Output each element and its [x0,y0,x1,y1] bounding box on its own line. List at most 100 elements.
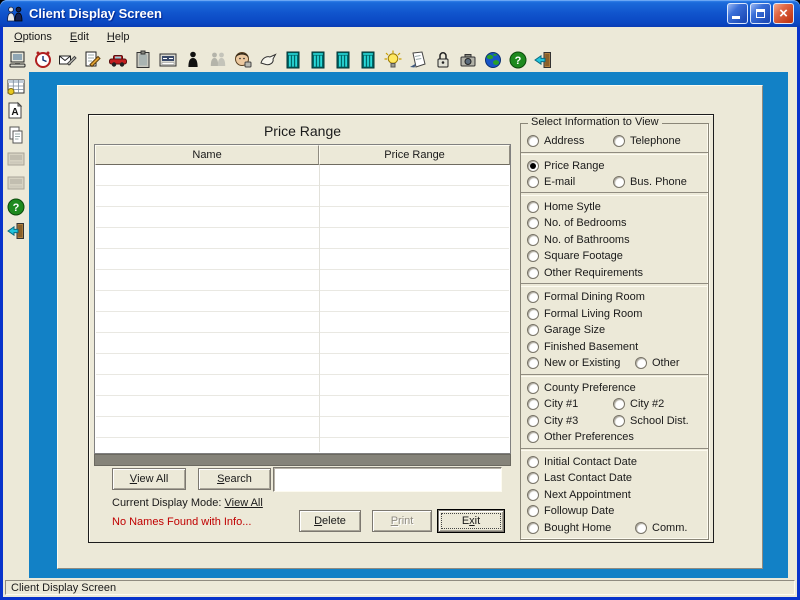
radio-icon[interactable] [527,431,539,443]
search-input[interactable] [273,467,502,492]
exit-icon[interactable] [532,49,554,71]
delete-button[interactable]: Delete [299,510,361,532]
radio-option-bedrooms[interactable]: No. of Bedrooms [527,217,627,229]
lock-icon[interactable] [432,49,454,71]
radio-option-bathrooms[interactable]: No. of Bathrooms [527,234,630,246]
menu-options[interactable]: Options [5,28,61,46]
radio-option-initial-contact-date[interactable]: Initial Contact Date [527,456,637,468]
radio-icon[interactable] [613,135,625,147]
globe-icon[interactable] [482,49,504,71]
column-header-price-range[interactable]: Price Range [319,145,510,165]
radio-option-email[interactable]: E-mail [527,176,575,188]
radio-icon[interactable] [527,201,539,213]
view-all-button[interactable]: View All [112,468,186,490]
font-icon[interactable]: A [5,100,27,122]
people-icon[interactable] [207,49,229,71]
radio-option-last-contact-date[interactable]: Last Contact Date [527,472,632,484]
radio-option-bought-home[interactable]: Bought Home [527,522,611,534]
radio-icon[interactable] [527,398,539,410]
horizontal-scrollbar[interactable] [94,454,511,466]
radio-option-telephone[interactable]: Telephone [613,133,681,150]
search-button[interactable]: Search [198,468,271,490]
radio-icon[interactable] [613,398,625,410]
radio-icon[interactable] [527,234,539,246]
exit-button[interactable]: Exit [438,510,504,532]
radio-option-county-preference[interactable]: County Preference [527,382,636,394]
lightbulb-icon[interactable] [382,49,404,71]
radio-option-bus-phone[interactable]: Bus. Phone [613,174,687,191]
close-button[interactable] [773,3,794,24]
radio-option-city-1[interactable]: City #1 [527,398,578,410]
radio-icon[interactable] [527,324,539,336]
radio-icon[interactable] [527,217,539,229]
radio-icon[interactable] [527,291,539,303]
radio-icon[interactable] [527,522,539,534]
minimize-button[interactable] [727,3,748,24]
door-icon-1[interactable] [282,49,304,71]
clipboard-icon[interactable] [132,49,154,71]
radio-option-next-appointment[interactable]: Next Appointment [527,489,631,501]
radio-icon[interactable] [635,522,647,534]
radio-option-city-3[interactable]: City #3 [527,415,578,427]
door-icon-2[interactable] [307,49,329,71]
computer-icon[interactable] [7,49,29,71]
radio-icon[interactable] [613,415,625,427]
radio-option-other[interactable]: Other [635,355,680,372]
page-flip-icon[interactable] [407,49,429,71]
phone-hand-icon[interactable] [257,49,279,71]
radio-option-address[interactable]: Address [527,135,584,147]
door-icon-4[interactable] [357,49,379,71]
table-body[interactable] [96,165,509,452]
menu-edit[interactable]: Edit [61,28,98,46]
copy-icon[interactable] [5,124,27,146]
radio-icon[interactable] [527,415,539,427]
radio-icon[interactable] [527,489,539,501]
car-icon[interactable] [107,49,129,71]
radio-option-finished-basement[interactable]: Finished Basement [527,341,638,353]
radio-option-followup-date[interactable]: Followup Date [527,505,614,517]
radio-option-formal-dining-room[interactable]: Formal Dining Room [527,291,645,303]
person-icon[interactable] [182,49,204,71]
radio-icon[interactable] [527,382,539,394]
column-header-name[interactable]: Name [95,145,319,165]
display-panel-icon[interactable] [157,49,179,71]
radio-option-garage-size[interactable]: Garage Size [527,324,605,336]
spreadsheet-icon[interactable] [5,76,27,98]
radio-icon[interactable] [527,160,539,172]
maximize-button[interactable] [750,3,771,24]
radio-option-price-range[interactable]: Price Range [527,160,605,172]
exit-icon[interactable] [5,220,27,242]
radio-option-school-district[interactable]: School Dist. [613,412,689,429]
radio-icon[interactable] [527,250,539,262]
help-icon[interactable]: ? [5,196,27,218]
radio-option-square-footage[interactable]: Square Footage [527,250,623,262]
mail-icon[interactable] [57,49,79,71]
radio-option-formal-living-room[interactable]: Formal Living Room [527,308,642,320]
disabled-panel-icon-1[interactable] [5,148,27,170]
radio-icon[interactable] [527,135,539,147]
radio-option-other-preferences[interactable]: Other Preferences [527,431,634,443]
print-button[interactable]: Print [372,510,432,532]
clock-icon[interactable] [32,49,54,71]
radio-icon[interactable] [527,357,539,369]
radio-option-comm[interactable]: Comm. [635,520,687,537]
radio-option-home-style[interactable]: Home Sytle [527,201,601,213]
radio-icon[interactable] [527,341,539,353]
contact-face-icon[interactable] [232,49,254,71]
radio-icon[interactable] [527,176,539,188]
radio-option-other-requirements[interactable]: Other Requirements [527,267,643,279]
help-icon[interactable]: ? [507,49,529,71]
radio-option-city-2[interactable]: City #2 [613,396,664,413]
menu-help[interactable]: Help [98,28,139,46]
disabled-panel-icon-2[interactable] [5,172,27,194]
radio-icon[interactable] [527,456,539,468]
radio-icon[interactable] [527,308,539,320]
door-icon-3[interactable] [332,49,354,71]
notes-icon[interactable] [82,49,104,71]
camera-icon[interactable] [457,49,479,71]
radio-icon[interactable] [527,267,539,279]
radio-icon[interactable] [613,176,625,188]
radio-icon[interactable] [527,505,539,517]
radio-option-new-or-existing[interactable]: New or Existing [527,357,620,369]
radio-icon[interactable] [527,472,539,484]
